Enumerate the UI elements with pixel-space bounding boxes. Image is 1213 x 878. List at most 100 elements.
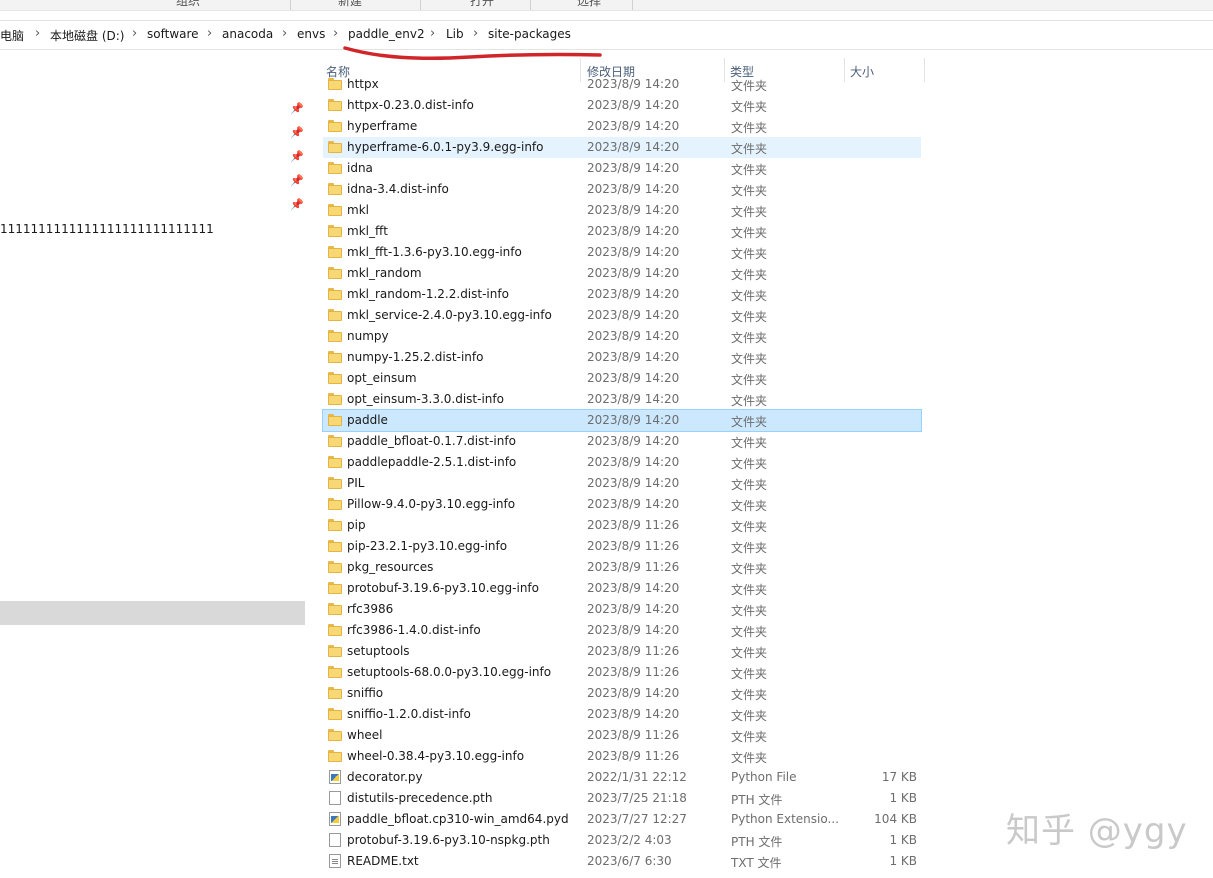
watermark: 知乎 @ygy: [1006, 811, 1188, 851]
pin-icon[interactable]: 📌: [290, 198, 304, 211]
file-row[interactable]: paddle 2023/8/9 14:20 文件夹: [322, 409, 922, 432]
file-type: 文件夹: [731, 289, 768, 303]
file-row[interactable]: mkl_fft-1.3.6-py3.10.egg-info 2023/8/9 14…: [323, 242, 921, 263]
file-row[interactable]: paddle_bfloat.cp310-win_amd64.pyd 2023/7/…: [323, 809, 921, 830]
breadcrumb-item-envs[interactable]: envs: [297, 27, 325, 41]
chevron-right-icon[interactable]: ›: [282, 26, 287, 41]
file-size: 1 KB: [889, 791, 917, 805]
breadcrumb-item-drive[interactable]: 本地磁盘 (D:): [50, 27, 124, 44]
file-row[interactable]: setuptools 2023/8/9 11:26 文件夹: [323, 641, 921, 662]
file-row[interactable]: paddlepaddle-2.5.1.dist-info 2023/8/9 14:…: [323, 452, 921, 473]
column-resize-handle[interactable]: [924, 58, 925, 82]
file-row[interactable]: Pillow-9.4.0-py3.10.egg-info 2023/8/9 14:…: [323, 494, 921, 515]
file-name: mkl_service-2.4.0-py3.10.egg-info: [347, 308, 552, 322]
file-name: pip-23.2.1-py3.10.egg-info: [347, 539, 508, 553]
file-row[interactable]: wheel-0.38.4-py3.10.egg-info 2023/8/9 11:…: [323, 746, 921, 767]
file-row[interactable]: hyperframe 2023/8/9 14:20 文件夹: [323, 116, 921, 137]
chevron-right-icon[interactable]: ›: [333, 26, 338, 41]
file-row[interactable]: mkl_fft 2023/8/9 14:20 文件夹: [323, 221, 921, 242]
file-row[interactable]: mkl_random-1.2.2.dist-info 2023/8/9 14:20…: [323, 284, 921, 305]
file-row[interactable]: setuptools-68.0.0-py3.10.egg-info 2023/8/…: [323, 662, 921, 683]
folder-icon: [328, 518, 342, 532]
ribbon-group-organize[interactable]: 组织: [176, 0, 200, 9]
file-row[interactable]: numpy 2023/8/9 14:20 文件夹: [323, 326, 921, 347]
file-row[interactable]: pkg_resources 2023/8/9 11:26 文件夹: [323, 557, 921, 578]
breadcrumb-item-software[interactable]: software: [147, 27, 199, 41]
file-row[interactable]: httpx-0.23.0.dist-info 2023/8/9 14:20 文件夹: [323, 95, 921, 116]
pin-icon[interactable]: 📌: [290, 102, 304, 115]
pin-icon[interactable]: 📌: [290, 150, 304, 163]
file-row[interactable]: distutils-precedence.pth 2023/7/25 21:18 P…: [323, 788, 921, 809]
file-name: paddle_bfloat-0.1.7.dist-info: [347, 434, 516, 448]
chevron-right-icon[interactable]: ›: [430, 26, 435, 41]
pin-icon[interactable]: 📌: [290, 126, 304, 139]
file-type: 文件夹: [731, 247, 768, 261]
breadcrumb-item-paddle-env2[interactable]: paddle_env2: [348, 27, 425, 41]
file-row[interactable]: sniffio 2023/8/9 14:20 文件夹: [323, 683, 921, 704]
navigation-pane: 📌 📌 📌 📌 📌 1111111111111111111111111111: [0, 50, 305, 878]
breadcrumb-item-pc[interactable]: 电脑: [0, 27, 24, 44]
file-row[interactable]: mkl_service-2.4.0-py3.10.egg-info 2023/8/…: [323, 305, 921, 326]
file-name: setuptools: [347, 644, 410, 658]
file-date: 2023/7/27 12:27: [587, 812, 687, 826]
file-name: PIL: [347, 476, 365, 490]
file-row[interactable]: PIL 2023/8/9 14:20 文件夹: [323, 473, 921, 494]
file-row[interactable]: protobuf-3.19.6-py3.10.egg-info 2023/8/9 …: [323, 578, 921, 599]
breadcrumb-item-anacoda[interactable]: anacoda: [222, 27, 273, 41]
folder-icon: [328, 98, 342, 112]
chevron-right-icon[interactable]: ›: [132, 26, 137, 41]
folder-icon: [328, 623, 342, 637]
file-row[interactable]: sniffio-1.2.0.dist-info 2023/8/9 14:20 文件夹: [323, 704, 921, 725]
file-row[interactable]: mkl_random 2023/8/9 14:20 文件夹: [323, 263, 921, 284]
file-row[interactable]: protobuf-3.19.6-py3.10-nspkg.pth 2023/2/2…: [323, 830, 921, 851]
file-row[interactable]: wheel 2023/8/9 11:26 文件夹: [323, 725, 921, 746]
file-date: 2023/8/9 11:26: [587, 728, 680, 742]
pin-icon[interactable]: 📌: [290, 174, 304, 187]
file-date: 2023/8/9 14:20: [587, 392, 680, 406]
file-row[interactable]: idna 2023/8/9 14:20 文件夹: [323, 158, 921, 179]
file-type: 文件夹: [731, 562, 768, 576]
file-row[interactable]: pip 2023/8/9 11:26 文件夹: [323, 515, 921, 536]
ribbon-group-new[interactable]: 新建: [338, 0, 362, 9]
file-name: opt_einsum-3.3.0.dist-info: [347, 392, 504, 406]
ribbon-group-select[interactable]: 选择: [577, 0, 601, 9]
file-row[interactable]: decorator.py 2022/1/31 22:12 Python File 17…: [323, 767, 921, 788]
file-row[interactable]: rfc3986 2023/8/9 14:20 文件夹: [323, 599, 921, 620]
ribbon-divider: [290, 0, 291, 10]
file-date: 2023/8/9 14:20: [587, 245, 680, 259]
ribbon-group-open[interactable]: 打开: [470, 0, 494, 9]
file-row[interactable]: paddle_bfloat-0.1.7.dist-info 2023/8/9 14…: [323, 431, 921, 452]
chevron-right-icon[interactable]: ›: [207, 26, 212, 41]
chevron-right-icon[interactable]: ›: [35, 26, 40, 41]
file-type: 文件夹: [731, 331, 768, 345]
file-row[interactable]: hyperframe-6.0.1-py3.9.egg-info 2023/8/9 …: [323, 137, 921, 158]
file-name: httpx: [347, 77, 379, 91]
file-date: 2023/8/9 14:20: [587, 602, 680, 616]
file-type: 文件夹: [731, 163, 768, 177]
nav-item[interactable]: 1111111111111111111111111111: [0, 222, 214, 236]
file-name: idna-3.4.dist-info: [347, 182, 449, 196]
file-row[interactable]: idna-3.4.dist-info 2023/8/9 14:20 文件夹: [323, 179, 921, 200]
file-row[interactable]: README.txt 2023/6/7 6:30 TXT 文件 1 KB: [323, 851, 921, 872]
file-row[interactable]: mkl 2023/8/9 14:20 文件夹: [323, 200, 921, 221]
chevron-right-icon[interactable]: ›: [473, 26, 478, 41]
file-name: decorator.py: [347, 770, 423, 784]
file-row[interactable]: rfc3986-1.4.0.dist-info 2023/8/9 14:20 文件夹: [323, 620, 921, 641]
breadcrumb-item-lib[interactable]: Lib: [446, 27, 464, 41]
file-row[interactable]: opt_einsum 2023/8/9 14:20 文件夹: [323, 368, 921, 389]
file-row[interactable]: numpy-1.25.2.dist-info 2023/8/9 14:20 文件夹: [323, 347, 921, 368]
file-date: 2023/8/9 14:20: [587, 350, 680, 364]
file-date: 2023/8/9 11:26: [587, 518, 680, 532]
file-date: 2023/8/9 14:20: [587, 287, 680, 301]
folder-icon: [328, 581, 342, 595]
file-row[interactable]: opt_einsum-3.3.0.dist-info 2023/8/9 14:20…: [323, 389, 921, 410]
file-name: distutils-precedence.pth: [347, 791, 493, 805]
nav-item-selected[interactable]: [0, 601, 305, 625]
file-row[interactable]: pip-23.2.1-py3.10.egg-info 2023/8/9 11:26…: [323, 536, 921, 557]
file-date: 2023/8/9 14:20: [587, 98, 680, 112]
file-size: 1 KB: [889, 833, 917, 847]
file-row[interactable]: httpx 2023/8/9 14:20 文件夹: [323, 74, 921, 95]
breadcrumb-item-site-packages[interactable]: site-packages: [488, 27, 571, 41]
file-name: httpx-0.23.0.dist-info: [347, 98, 474, 112]
file-name: hyperframe: [347, 119, 418, 133]
